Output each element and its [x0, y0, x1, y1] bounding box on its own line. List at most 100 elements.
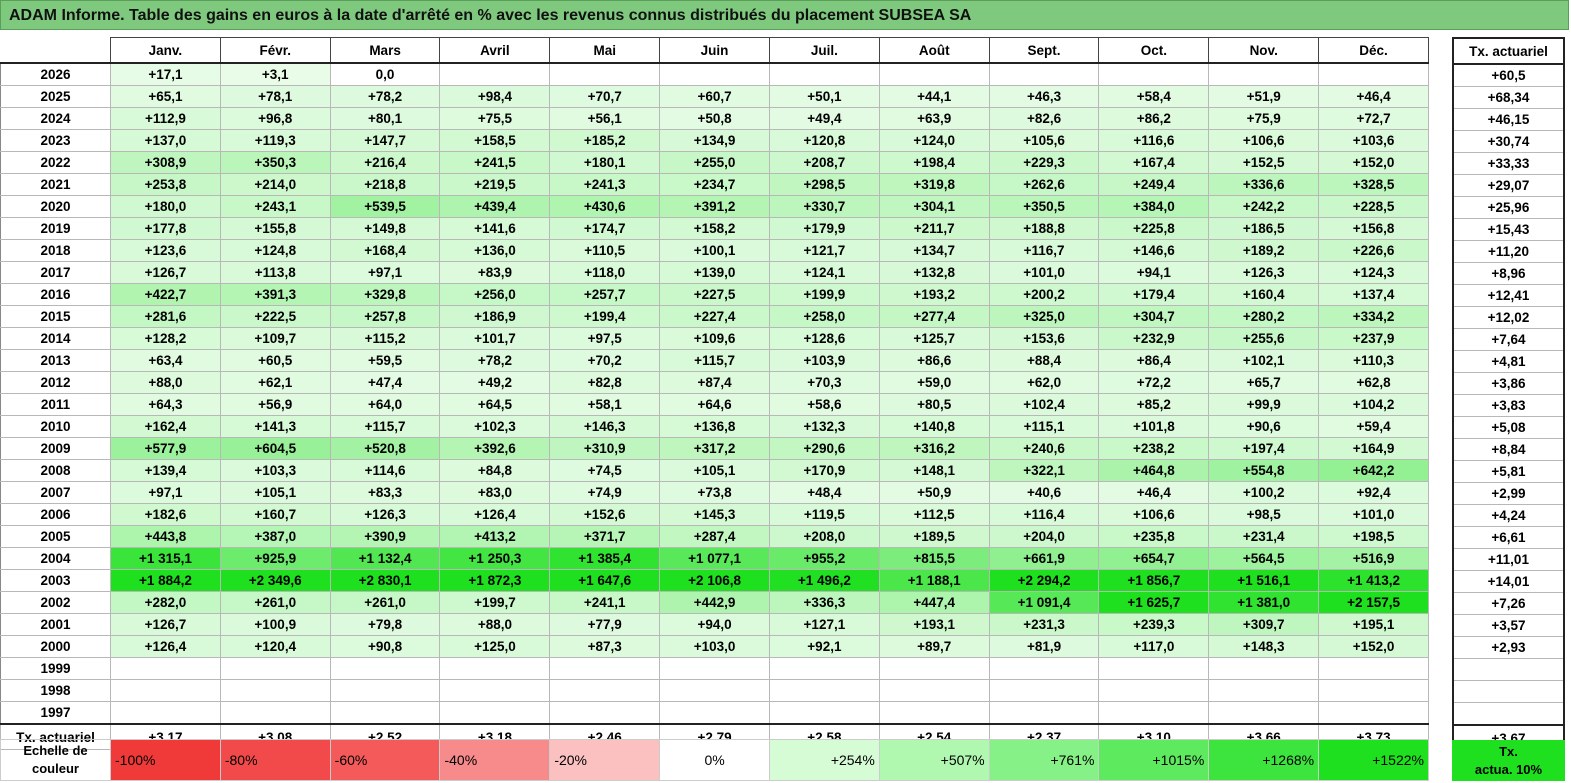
- tx-cell: +5,08: [1452, 416, 1565, 439]
- gain-cell: +94,0: [659, 613, 770, 636]
- gain-cell: +152,5: [1208, 151, 1320, 174]
- year-label: 2011: [0, 393, 111, 416]
- tx-cell: +30,74: [1452, 130, 1565, 153]
- gain-cell: +199,7: [439, 591, 551, 614]
- gain-cell: +100,2: [1208, 481, 1320, 504]
- gain-cell: +322,1: [988, 459, 1100, 482]
- gain-cell: +115,7: [329, 415, 441, 438]
- gain-cell: +100,9: [219, 613, 331, 636]
- gain-cell: [1318, 62, 1429, 86]
- gain-cell: +350,5: [988, 195, 1100, 218]
- gain-cell: +238,2: [1098, 437, 1210, 460]
- gain-cell: +97,1: [329, 261, 441, 284]
- tx-cell: +60,5: [1452, 63, 1565, 87]
- gain-cell: +90,6: [1208, 415, 1320, 438]
- gain-cell: [549, 679, 661, 702]
- gain-cell: +229,3: [988, 151, 1100, 174]
- month-header: Oct.: [1098, 37, 1210, 64]
- scale-swatch: +1015%: [1098, 739, 1210, 781]
- gain-cell: +2 106,8: [659, 569, 770, 592]
- year-row: 2002 +282,0 +261,0 +261,0 +199,7 +241,1 +442,9…: [0, 591, 1429, 614]
- gain-cell: [988, 62, 1100, 86]
- gain-cell: +65,7: [1208, 371, 1320, 394]
- gain-cell: +103,0: [659, 635, 770, 658]
- gain-cell: +17,1: [110, 62, 221, 86]
- gain-cell: +2 830,1: [329, 569, 441, 592]
- tx-cell: +4,24: [1452, 504, 1565, 527]
- gain-cell: +139,0: [659, 261, 770, 284]
- gain-cell: +239,3: [1098, 613, 1210, 636]
- year-row: 2010 +162,4 +141,3 +115,7 +102,3 +146,3 +136,8…: [0, 415, 1429, 438]
- gain-cell: +137,0: [110, 129, 221, 152]
- year-label: 2016: [0, 283, 111, 306]
- gain-cell: +70,7: [549, 85, 661, 108]
- gain-cell: +56,9: [219, 393, 331, 416]
- gain-cell: +564,5: [1208, 547, 1320, 570]
- gain-cell: +145,3: [659, 503, 770, 526]
- gain-cell: +235,8: [1098, 525, 1210, 548]
- gain-cell: +59,4: [1318, 415, 1429, 438]
- gain-cell: +287,4: [659, 525, 770, 548]
- gain-cell: +123,6: [110, 239, 221, 262]
- gain-cell: +413,2: [439, 525, 551, 548]
- tx-cell: [1452, 658, 1565, 681]
- gain-cell: +137,4: [1318, 283, 1429, 306]
- gain-cell: +102,4: [988, 393, 1100, 416]
- tx-cell: [1452, 702, 1565, 726]
- gain-cell: +319,8: [878, 173, 990, 196]
- gain-cell: +200,2: [988, 283, 1100, 306]
- gain-cell: [659, 701, 770, 725]
- year-label: 2017: [0, 261, 111, 284]
- gain-cell: +1 625,7: [1098, 591, 1210, 614]
- year-label: 2009: [0, 437, 111, 460]
- gain-cell: +148,1: [878, 459, 990, 482]
- tx-cell: +5,81: [1452, 460, 1565, 483]
- gain-cell: +119,3: [219, 129, 331, 152]
- gain-cell: +70,3: [768, 371, 880, 394]
- gain-cell: +73,8: [659, 481, 770, 504]
- year-row: 2023 +137,0 +119,3 +147,7 +158,5 +185,2 +134,9…: [0, 129, 1429, 152]
- gain-cell: +186,5: [1208, 217, 1320, 240]
- gain-cell: +464,8: [1098, 459, 1210, 482]
- gain-cell: [439, 62, 551, 86]
- year-row: 2026 +17,1 +3,1 0,0: [0, 62, 1429, 86]
- gain-cell: +75,9: [1208, 107, 1320, 130]
- gain-cell: +128,2: [110, 327, 221, 350]
- gain-cell: +141,6: [439, 217, 551, 240]
- gain-cell: +101,0: [1318, 503, 1429, 526]
- gain-cell: [878, 701, 990, 725]
- scale-swatch: +1522%: [1318, 739, 1429, 781]
- gain-cell: +3,1: [219, 62, 331, 86]
- gain-cell: +86,4: [1098, 349, 1210, 372]
- gain-cell: +104,2: [1318, 393, 1429, 416]
- year-label: 2020: [0, 195, 111, 218]
- year-row: 1997: [0, 701, 1429, 725]
- year-row: 2025 +65,1 +78,1 +78,2 +98,4 +70,7 +60,7 +50,1 +…: [0, 85, 1429, 108]
- gain-cell: +277,4: [878, 305, 990, 328]
- scale-swatch: -20%: [549, 739, 661, 781]
- year-label: 2019: [0, 217, 111, 240]
- gain-cell: +92,1: [768, 635, 880, 658]
- year-row: 2005 +443,8 +387,0 +390,9 +413,2 +371,7 +287,4…: [0, 525, 1429, 548]
- tx-cell: +8,84: [1452, 438, 1565, 461]
- gain-cell: +280,2: [1208, 305, 1320, 328]
- gain-cell: +330,7: [768, 195, 880, 218]
- gain-cell: +85,2: [1098, 393, 1210, 416]
- tx-cell: +6,61: [1452, 526, 1565, 549]
- gain-cell: [1208, 679, 1320, 702]
- year-row: 2022 +308,9 +350,3 +216,4 +241,5 +180,1 +255,0…: [0, 151, 1429, 174]
- month-header: Juin: [659, 37, 770, 64]
- gain-cell: [768, 701, 880, 725]
- gain-cell: +62,0: [988, 371, 1100, 394]
- gain-cell: +387,0: [219, 525, 331, 548]
- gain-cell: +158,2: [659, 217, 770, 240]
- tx-cell: +3,83: [1452, 394, 1565, 417]
- year-label: 2012: [0, 371, 111, 394]
- gain-cell: +83,9: [439, 261, 551, 284]
- gain-cell: [1098, 62, 1210, 86]
- gain-cell: +127,1: [768, 613, 880, 636]
- gain-cell: +240,6: [988, 437, 1100, 460]
- gain-cell: +242,2: [1208, 195, 1320, 218]
- gain-cell: +103,3: [219, 459, 331, 482]
- month-header: Août: [878, 37, 990, 64]
